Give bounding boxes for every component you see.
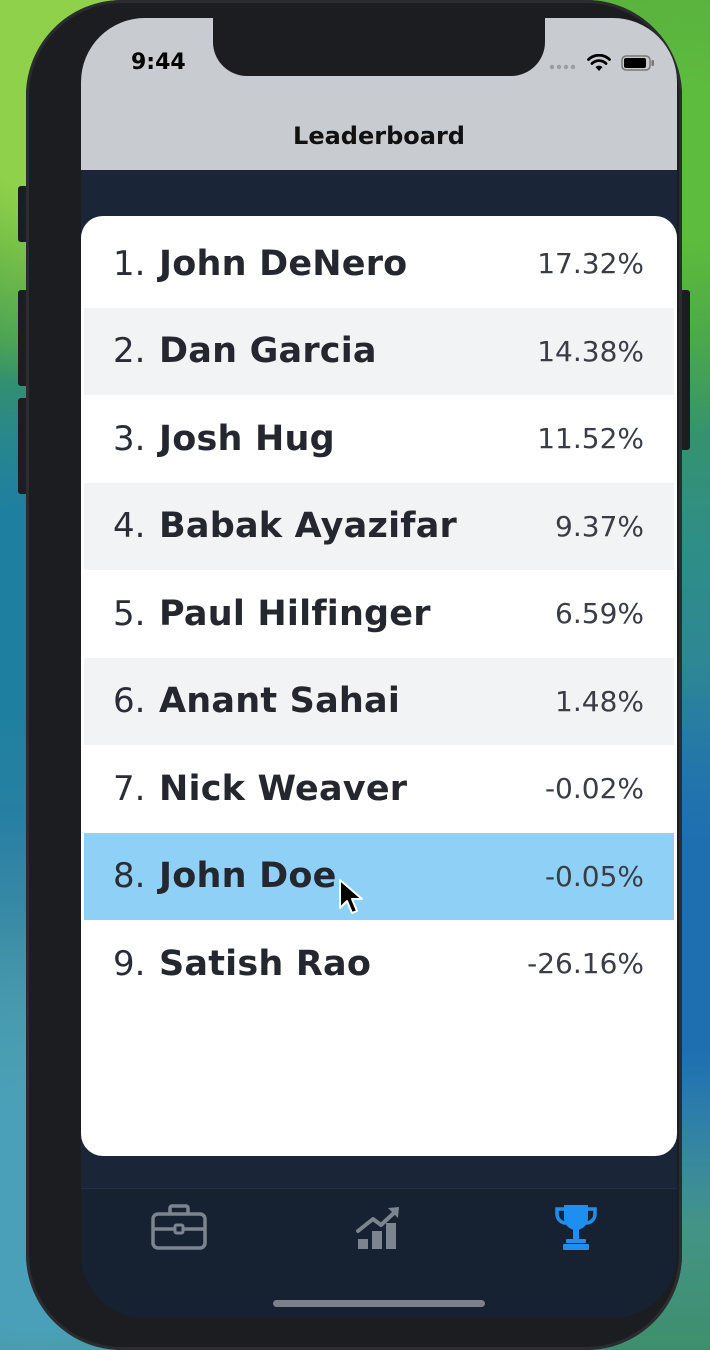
rank-label: 3. xyxy=(113,418,146,459)
phone-screen: 9:44 Leaderboard 1. John DeNero 17.32% 2… xyxy=(81,18,677,1318)
player-name: Satish Rao xyxy=(159,943,372,984)
leaderboard-row[interactable]: 1. John DeNero 17.32% xyxy=(81,220,677,308)
return-percent: -26.16% xyxy=(527,947,644,981)
rank-label: 7. xyxy=(113,768,146,809)
player-name: John DeNero xyxy=(159,243,408,284)
tab-portfolio[interactable] xyxy=(139,1199,219,1259)
trophy-icon xyxy=(554,1202,598,1256)
status-icons xyxy=(549,53,655,76)
page-title: Leaderboard xyxy=(293,122,465,150)
battery-icon xyxy=(621,55,655,75)
rank-label: 1. xyxy=(113,243,146,284)
home-indicator[interactable] xyxy=(273,1300,485,1307)
leaderboard-list: 1. John DeNero 17.32% 2. Dan Garcia 14.3… xyxy=(81,220,677,1008)
leaderboard-row-selected[interactable]: 8. John Doe -0.05% xyxy=(84,832,674,920)
leaderboard-row[interactable]: 9. Satish Rao -26.16% xyxy=(81,920,677,1008)
tab-stats[interactable] xyxy=(339,1199,419,1259)
player-name: Nick Weaver xyxy=(159,768,408,809)
return-percent: 11.52% xyxy=(537,422,644,456)
leaderboard-row[interactable]: 7. Nick Weaver -0.02% xyxy=(81,745,677,833)
return-percent: 9.37% xyxy=(555,509,644,543)
phone-frame: 9:44 Leaderboard 1. John DeNero 17.32% 2… xyxy=(26,0,682,1350)
leaderboard-card: 1. John DeNero 17.32% 2. Dan Garcia 14.3… xyxy=(81,216,677,1156)
player-name: John Doe xyxy=(159,856,337,897)
status-time: 9:44 xyxy=(131,50,186,75)
leaderboard-row[interactable]: 3. Josh Hug 11.52% xyxy=(81,395,677,483)
status-bar: 9:44 xyxy=(81,18,677,108)
player-name: Paul Hilfinger xyxy=(159,593,431,634)
leaderboard-row[interactable]: 2. Dan Garcia 14.38% xyxy=(84,307,674,395)
tab-leaderboard[interactable] xyxy=(536,1199,616,1259)
wifi-icon xyxy=(587,53,611,76)
rank-label: 5. xyxy=(113,593,146,634)
player-name: Anant Sahai xyxy=(159,681,401,722)
return-percent: 17.32% xyxy=(537,247,644,281)
leaderboard-row[interactable]: 6. Anant Sahai 1.48% xyxy=(84,657,674,745)
chart-growth-icon xyxy=(355,1203,403,1255)
return-percent: 1.48% xyxy=(555,684,644,718)
notch xyxy=(213,18,545,76)
rank-label: 9. xyxy=(113,943,146,984)
tab-bar xyxy=(81,1188,677,1318)
mouse-cursor-icon xyxy=(338,878,364,920)
rank-label: 8. xyxy=(113,856,146,897)
player-name: Josh Hug xyxy=(159,418,335,459)
player-name: Babak Ayazifar xyxy=(159,506,457,547)
return-percent: 14.38% xyxy=(537,334,644,368)
player-name: Dan Garcia xyxy=(159,331,377,372)
rank-label: 6. xyxy=(113,681,146,722)
signal-dots-icon xyxy=(549,56,577,75)
return-percent: -0.05% xyxy=(544,859,644,893)
leaderboard-row[interactable]: 4. Babak Ayazifar 9.37% xyxy=(84,482,674,570)
return-percent: -0.02% xyxy=(544,772,644,806)
navigation-bar: Leaderboard xyxy=(81,108,677,170)
leaderboard-row[interactable]: 5. Paul Hilfinger 6.59% xyxy=(81,570,677,658)
rank-label: 2. xyxy=(113,331,146,372)
rank-label: 4. xyxy=(113,506,146,547)
briefcase-icon xyxy=(150,1203,208,1255)
return-percent: 6.59% xyxy=(555,597,644,631)
